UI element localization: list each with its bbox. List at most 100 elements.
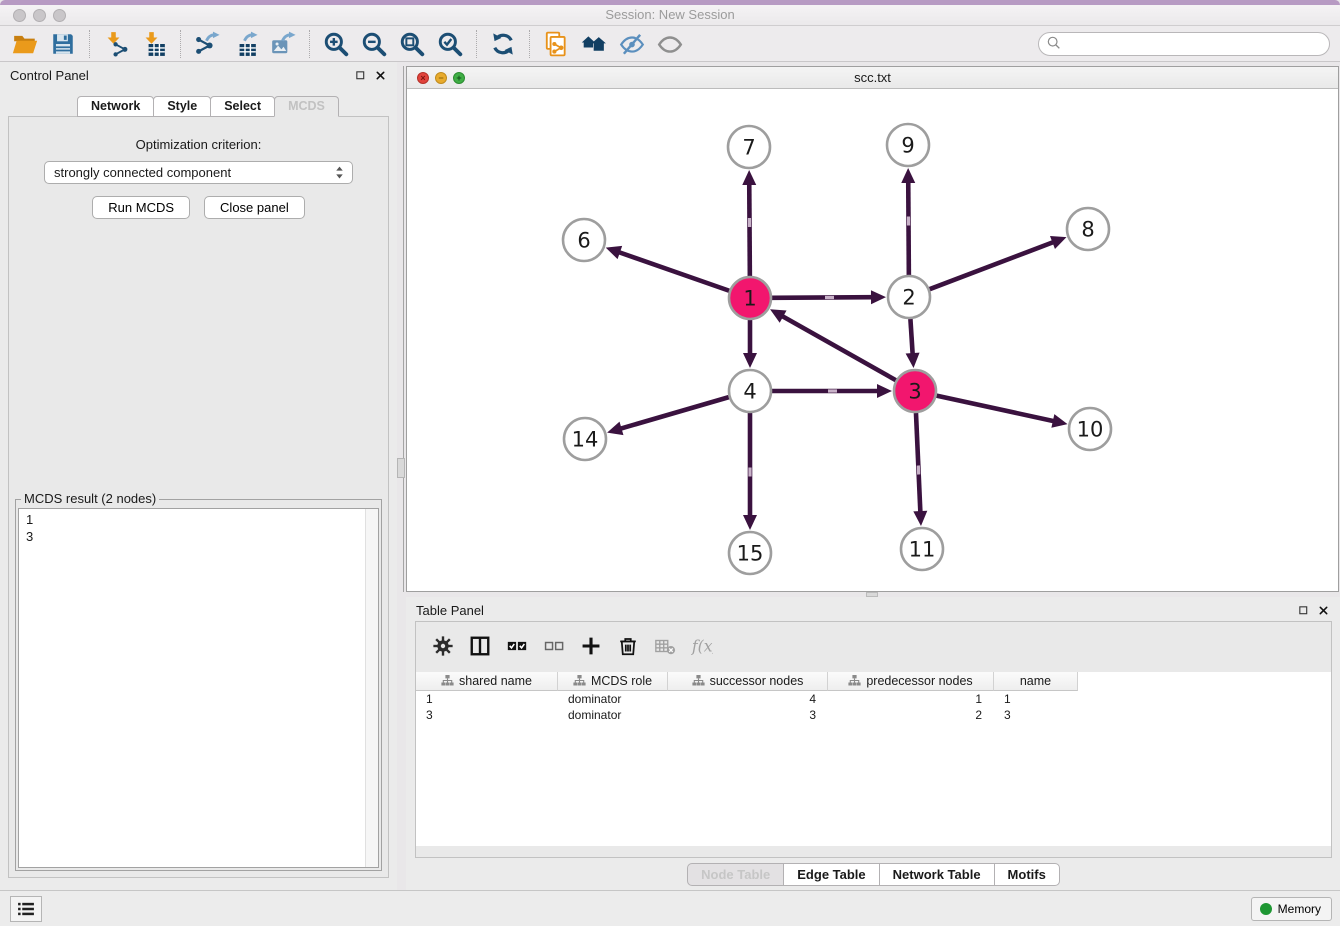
search-box[interactable] <box>1038 32 1330 56</box>
toolbar-separator <box>529 30 530 58</box>
graph-edge-3-10[interactable] <box>936 396 1054 422</box>
graph-edge-arrowhead <box>743 515 757 530</box>
graph-edge-1-7[interactable] <box>749 183 750 276</box>
column-header-MCDS-role[interactable]: MCDS role <box>558 672 668 691</box>
run-mcds-button[interactable]: Run MCDS <box>92 196 190 219</box>
graph-edge-3-11[interactable] <box>916 413 920 513</box>
cell-name[interactable]: 1 <box>994 691 1078 707</box>
cell-successor-nodes[interactable]: 4 <box>668 691 828 707</box>
graph-edge-1-2[interactable] <box>772 297 873 298</box>
network-canvas[interactable]: 7968124314101511 <box>407 89 1338 591</box>
cell-shared-name[interactable]: 3 <box>416 707 558 723</box>
mcds-result-item[interactable]: 1 <box>19 511 378 528</box>
zoom-in-icon[interactable] <box>317 29 355 59</box>
refresh-icon[interactable] <box>484 29 522 59</box>
splitter-handle[interactable] <box>397 458 405 478</box>
import-network-icon[interactable] <box>97 29 135 59</box>
cell-predecessor-nodes[interactable]: 1 <box>828 691 994 707</box>
close-panel-icon[interactable] <box>373 68 387 82</box>
cell-shared-name[interactable]: 1 <box>416 691 558 707</box>
graph-edge-3-1[interactable] <box>781 316 895 381</box>
window-title: Session: New Session <box>0 7 1340 22</box>
zoom-fit-icon[interactable] <box>393 29 431 59</box>
column-header-shared-name[interactable]: shared name <box>416 672 558 691</box>
close-panel-button[interactable]: Close panel <box>204 196 305 219</box>
column-header-name[interactable]: name <box>994 672 1078 691</box>
cell-MCDS-role[interactable]: dominator <box>558 691 668 707</box>
graph-edge-2-9[interactable] <box>908 181 909 275</box>
add-column-icon[interactable] <box>572 631 609 661</box>
result-scrollbar[interactable] <box>365 509 378 867</box>
homes-icon[interactable] <box>575 29 613 59</box>
unselect-all-icon[interactable] <box>535 631 572 661</box>
graph-node-label: 10 <box>1077 418 1104 442</box>
show-columns-icon[interactable] <box>461 631 498 661</box>
tab-motifs[interactable]: Motifs <box>994 863 1060 886</box>
table-toolbar: f(x) <box>424 626 720 666</box>
close-panel-icon[interactable] <box>1316 603 1330 617</box>
save-session-icon[interactable] <box>44 29 82 59</box>
settings-gear-icon[interactable] <box>424 631 461 661</box>
vertical-splitter[interactable] <box>397 62 406 890</box>
table-header-row: shared name MCDS role successor nodesprede… <box>416 672 1331 691</box>
export-network-icon[interactable] <box>188 29 226 59</box>
show-graphics-icon[interactable] <box>651 29 689 59</box>
mcds-result-item[interactable]: 3 <box>19 528 378 545</box>
column-label: MCDS role <box>591 674 652 688</box>
memory-button[interactable]: Memory <box>1251 897 1332 921</box>
network-graph[interactable]: 7968124314101511 <box>407 89 1338 592</box>
float-panel-icon[interactable] <box>353 68 367 82</box>
cell-name[interactable]: 3 <box>994 707 1078 723</box>
graph-edge-1-6[interactable] <box>618 252 729 291</box>
graph-edge-2-8[interactable] <box>930 242 1055 289</box>
optimization-criterion-select[interactable]: strongly connected component <box>44 161 353 184</box>
export-table-icon[interactable] <box>226 29 264 59</box>
cell-predecessor-nodes[interactable]: 2 <box>828 707 994 723</box>
optimization-criterion-label: Optimization criterion: <box>9 137 388 152</box>
open-file-icon[interactable] <box>6 29 44 59</box>
select-all-icon[interactable] <box>498 631 535 661</box>
tab-mcds[interactable]: MCDS <box>274 96 339 117</box>
hierarchy-icon <box>692 674 705 689</box>
clone-network-icon[interactable] <box>537 29 575 59</box>
table-row[interactable]: 1dominator411 <box>416 691 1331 707</box>
network-window-titlebar[interactable]: × − + scc.txt <box>407 67 1338 89</box>
cell-MCDS-role[interactable]: dominator <box>558 707 668 723</box>
tab-edge-table[interactable]: Edge Table <box>783 863 879 886</box>
graph-edge-arrowhead <box>742 170 756 185</box>
graph-edge-arrowhead <box>1051 414 1067 428</box>
mcds-result-list[interactable]: 13 <box>18 508 379 868</box>
graph-node-label: 4 <box>743 380 756 404</box>
tab-network-table[interactable]: Network Table <box>879 863 995 886</box>
graph-edge-2-3[interactable] <box>910 319 912 355</box>
network-window-title: scc.txt <box>407 70 1338 85</box>
tab-style[interactable]: Style <box>153 96 211 117</box>
tab-network[interactable]: Network <box>77 96 154 117</box>
hide-graphics-icon[interactable] <box>613 29 651 59</box>
export-image-icon[interactable] <box>264 29 302 59</box>
graph-edge-arrowhead <box>913 511 927 526</box>
graph-node-label: 11 <box>909 538 936 562</box>
graph-node-label: 2 <box>902 286 915 310</box>
delete-table-icon <box>646 631 683 661</box>
table-row[interactable]: 3dominator323 <box>416 707 1331 723</box>
toolbar-separator <box>89 30 90 58</box>
show-panels-button[interactable] <box>10 896 42 922</box>
table-tabs: Node TableEdge TableNetwork TableMotifs <box>406 863 1340 886</box>
memory-status-dot <box>1260 903 1272 915</box>
zoom-out-icon[interactable] <box>355 29 393 59</box>
graph-node-label: 8 <box>1081 218 1094 242</box>
zoom-selected-icon[interactable] <box>431 29 469 59</box>
graph-edge-arrowhead <box>607 422 623 435</box>
tab-node-table[interactable]: Node Table <box>687 863 784 886</box>
tab-select[interactable]: Select <box>210 96 275 117</box>
mcds-result-title: MCDS result (2 nodes) <box>21 491 159 506</box>
column-header-predecessor-nodes[interactable]: predecessor nodes <box>828 672 994 691</box>
search-input[interactable] <box>1062 34 1329 54</box>
column-header-successor-nodes[interactable]: successor nodes <box>668 672 828 691</box>
cell-successor-nodes[interactable]: 3 <box>668 707 828 723</box>
graph-edge-4-14[interactable] <box>620 397 729 429</box>
import-table-icon[interactable] <box>135 29 173 59</box>
float-panel-icon[interactable] <box>1296 603 1310 617</box>
delete-columns-icon[interactable] <box>609 631 646 661</box>
